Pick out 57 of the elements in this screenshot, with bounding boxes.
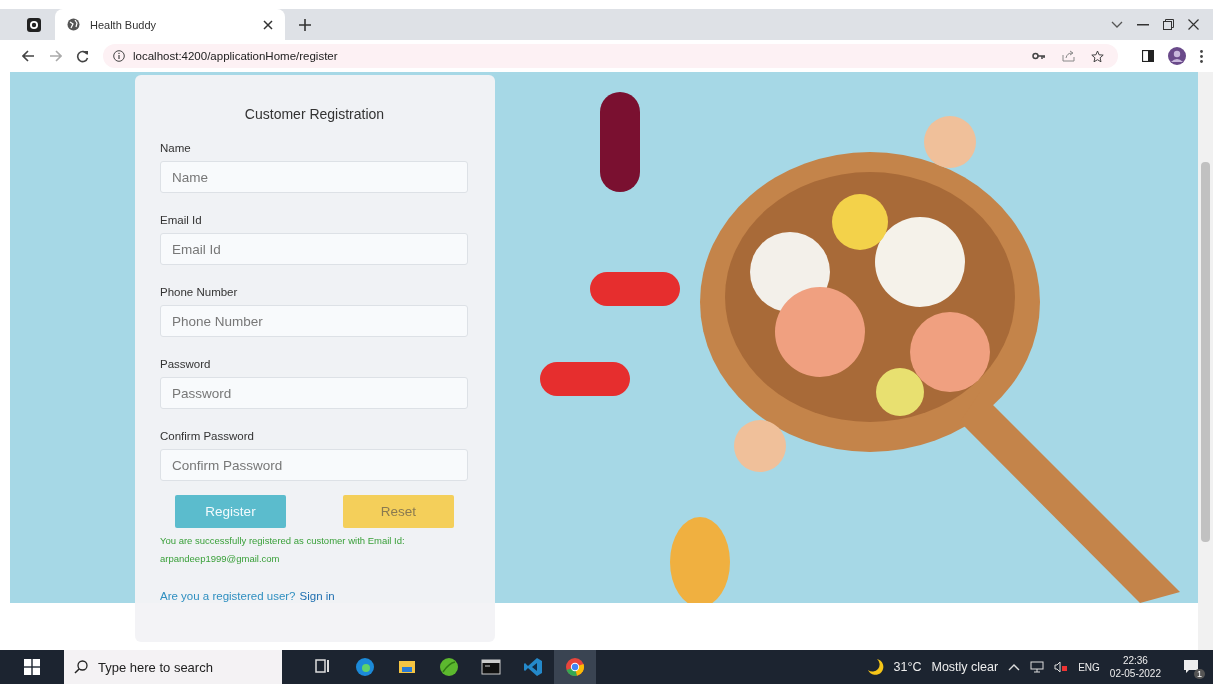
field-label: Email Id (160, 214, 203, 228)
input-field[interactable]: Confirm Password (160, 449, 468, 481)
terminal-icon (481, 657, 501, 677)
close-icon[interactable] (1188, 19, 1199, 30)
reload-icon[interactable] (76, 49, 89, 63)
moon-icon (865, 658, 884, 676)
address-bar[interactable]: localhost:4200/applicationHome/register (103, 44, 1118, 68)
field-label: Name (160, 142, 192, 156)
back-arrow-icon[interactable] (22, 50, 35, 62)
form-title: Customer Registration (244, 106, 385, 122)
input-field[interactable]: Phone Number (160, 305, 468, 337)
notification-count: 1 (1194, 669, 1205, 679)
windows-start-icon[interactable] (24, 659, 40, 675)
speaker-muted-icon[interactable] (1054, 661, 1069, 673)
restore-icon[interactable] (1163, 19, 1174, 30)
temperature-text: 31°C (893, 660, 922, 674)
chrome-icon (565, 657, 585, 677)
edge-icon (355, 657, 375, 677)
more-menu-icon[interactable] (1200, 49, 1203, 63)
weather-text: Mostly clear (931, 660, 999, 674)
tab-title: Health Buddy (90, 18, 158, 31)
signin-prompt: Are you a registered user? (160, 590, 296, 602)
url-text: localhost:4200/applicationHome/register (133, 50, 338, 62)
leaf-icon (439, 657, 459, 677)
avatar-icon[interactable] (1168, 47, 1186, 65)
scrollbar[interactable] (1198, 72, 1213, 650)
notification-icon (1183, 659, 1199, 675)
clock-time: 22:36 (1122, 654, 1148, 667)
chevron-up-icon[interactable] (1008, 663, 1021, 671)
chevron-down-icon[interactable] (1111, 20, 1123, 29)
success-message: You are successfully registered as customer with Email Id: arpandeep1999@gmail.com (160, 534, 406, 566)
browser-tab[interactable]: Health Buddy (55, 9, 285, 40)
search-icon (74, 660, 88, 674)
notification-button[interactable]: 1 (1179, 655, 1203, 679)
clock-date: 02-05-2022 (1109, 667, 1161, 680)
field-label: Phone Number (160, 286, 239, 300)
search-placeholder: Type here to search (98, 659, 213, 675)
close-icon[interactable] (263, 19, 273, 30)
plus-icon[interactable] (299, 18, 311, 31)
input-field[interactable]: Name (160, 161, 468, 193)
input-field[interactable]: Password (160, 377, 468, 409)
input-field[interactable]: Email Id (160, 233, 468, 265)
share-icon[interactable] (1062, 50, 1075, 62)
key-icon[interactable] (1032, 52, 1046, 60)
field-label: Password (160, 358, 212, 372)
star-icon[interactable] (1091, 49, 1104, 63)
scrollbar-thumb[interactable] (1201, 162, 1210, 542)
code-editor-icon (523, 657, 543, 677)
minimize-icon[interactable] (1137, 23, 1149, 26)
field-label: Confirm Password (160, 430, 255, 444)
language-indicator[interactable]: ENG (1078, 661, 1100, 673)
info-icon (113, 50, 125, 62)
taskbar-search-field[interactable]: Type here to search (64, 650, 282, 684)
sign-in-link[interactable]: Sign in (299, 590, 335, 602)
side-panel-icon[interactable] (1142, 50, 1154, 62)
network-icon[interactable] (1030, 661, 1045, 673)
taskbar-app-button[interactable] (554, 650, 596, 684)
